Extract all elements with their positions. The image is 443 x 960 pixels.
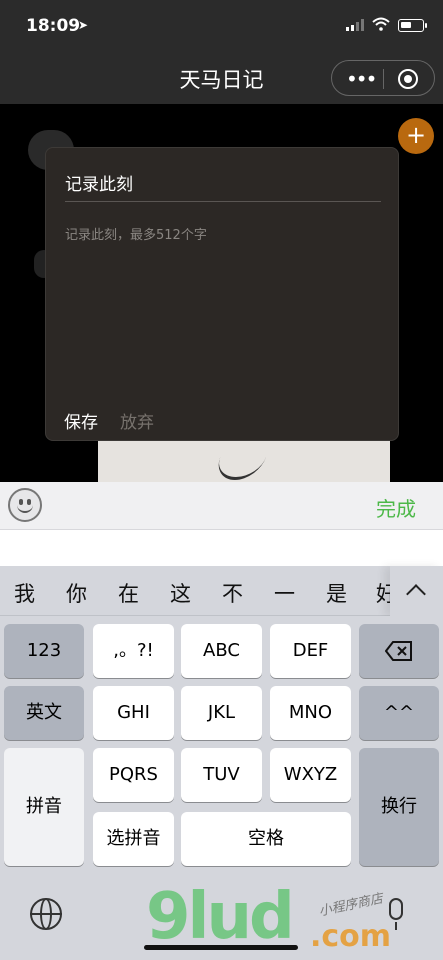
key-pqrs[interactable]: PQRS bbox=[93, 748, 174, 802]
diary-entry-modal: 记录此刻 保存 放弃 bbox=[45, 147, 399, 441]
background-photo bbox=[98, 440, 390, 482]
key-punctuation[interactable]: ,。?! bbox=[93, 624, 174, 678]
globe-icon[interactable] bbox=[30, 898, 62, 930]
key-newline[interactable]: 换行 bbox=[359, 748, 439, 866]
key-label: PQRS bbox=[109, 764, 158, 785]
key-label: JKL bbox=[207, 702, 236, 723]
candidate-word[interactable]: 不 bbox=[222, 578, 243, 608]
backspace-glyph bbox=[384, 641, 412, 661]
candidate-bar: 我 你 在 这 不 一 是 好 bbox=[0, 566, 443, 616]
cellular-signal-icon bbox=[346, 19, 364, 31]
key-label: ABC bbox=[203, 640, 240, 661]
key-label: 空格 bbox=[248, 828, 284, 849]
battery-icon bbox=[398, 19, 427, 32]
candidate-word[interactable]: 我 bbox=[14, 578, 35, 608]
key-select-pinyin[interactable]: 选拼音 bbox=[93, 812, 174, 866]
key-ghi[interactable]: GHI bbox=[93, 686, 174, 740]
mini-program-capsule: ••• bbox=[331, 60, 435, 96]
location-arrow-icon: ➤ bbox=[78, 18, 89, 32]
key-label: GHI bbox=[117, 702, 150, 723]
modal-divider bbox=[65, 201, 381, 202]
close-circle-icon[interactable] bbox=[398, 69, 418, 89]
done-button[interactable]: 完成 bbox=[376, 493, 416, 522]
watermark-domain: .com bbox=[310, 919, 392, 954]
pinyin-keyboard: 123 ,。?! ABC DEF 英文 GHI JKL MNO ^^ 拼音 PQ… bbox=[0, 616, 443, 960]
chevron-up-icon[interactable] bbox=[390, 566, 443, 616]
watermark-tagline: 小程序商店 bbox=[317, 891, 385, 920]
capsule-divider bbox=[383, 69, 384, 89]
modal-title: 记录此刻 bbox=[65, 175, 133, 195]
status-bar: 18:09 ➤ bbox=[0, 0, 443, 54]
candidate-word[interactable]: 是 bbox=[326, 578, 347, 608]
candidate-word[interactable]: 你 bbox=[66, 578, 87, 608]
keyboard-accessory-bar: 完成 bbox=[0, 482, 443, 530]
diary-text-input[interactable] bbox=[65, 224, 381, 374]
key-tuv[interactable]: TUV bbox=[181, 748, 262, 802]
key-123[interactable]: 123 bbox=[4, 624, 84, 678]
key-label: ,。?! bbox=[113, 640, 154, 661]
key-label: 选拼音 bbox=[106, 828, 161, 849]
wifi-icon bbox=[372, 17, 390, 31]
key-english[interactable]: 英文 bbox=[4, 686, 84, 740]
emoji-icon[interactable] bbox=[8, 488, 42, 522]
key-jkl[interactable]: JKL bbox=[181, 686, 262, 740]
key-emoticon[interactable]: ^^ bbox=[359, 686, 439, 740]
key-label: 拼音 bbox=[26, 796, 62, 817]
more-dots-icon[interactable]: ••• bbox=[346, 69, 377, 89]
input-composition-area bbox=[0, 530, 443, 566]
plus-icon[interactable]: + bbox=[398, 118, 434, 154]
key-mno[interactable]: MNO bbox=[270, 686, 351, 740]
key-label: WXYZ bbox=[283, 764, 338, 785]
nav-bar: 天马日记 ••• bbox=[0, 54, 443, 104]
key-label: 英文 bbox=[26, 702, 62, 723]
key-space[interactable]: 空格 bbox=[181, 812, 351, 866]
candidate-word[interactable]: 一 bbox=[274, 578, 295, 608]
key-label: MNO bbox=[288, 702, 333, 723]
key-wxyz[interactable]: WXYZ bbox=[270, 748, 351, 802]
backspace-icon[interactable] bbox=[359, 624, 439, 678]
key-label: 123 bbox=[26, 640, 62, 661]
key-abc[interactable]: ABC bbox=[181, 624, 262, 678]
key-label: ^^ bbox=[383, 702, 415, 723]
discard-button[interactable]: 放弃 bbox=[120, 408, 154, 433]
save-button[interactable]: 保存 bbox=[64, 408, 98, 433]
key-pinyin[interactable]: 拼音 bbox=[4, 748, 84, 866]
key-def[interactable]: DEF bbox=[270, 624, 351, 678]
candidate-word[interactable]: 这 bbox=[170, 578, 191, 608]
key-label: DEF bbox=[292, 640, 329, 661]
candidate-word[interactable]: 在 bbox=[118, 578, 139, 608]
key-label: 换行 bbox=[381, 796, 417, 817]
watermark-logo: 9lud bbox=[146, 880, 295, 954]
microphone-icon[interactable] bbox=[389, 898, 403, 930]
key-label: TUV bbox=[203, 764, 240, 785]
status-time: 18:09 bbox=[26, 16, 81, 36]
